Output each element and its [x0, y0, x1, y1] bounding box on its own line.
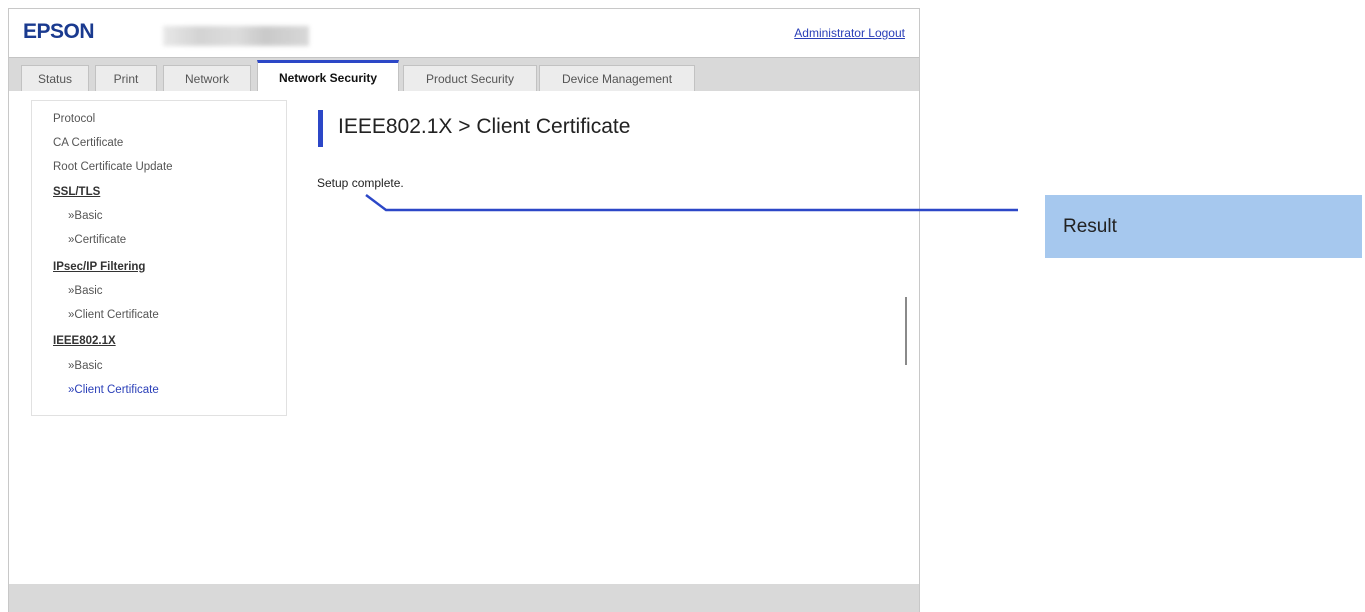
tab-status[interactable]: Status [21, 65, 89, 91]
blurred-model-name [163, 26, 309, 46]
tab-print[interactable]: Print [95, 65, 157, 91]
epson-logo: EPSON [23, 20, 95, 43]
browser-window: EPSON Administrator Logout Status Print … [8, 8, 920, 612]
header: EPSON Administrator Logout [9, 9, 919, 57]
sidebar-section-ssl-tls[interactable]: SSL/TLS [53, 186, 100, 198]
sidebar-item-ieee-client-certificate[interactable]: »Client Certificate [68, 384, 159, 396]
sidebar-item-ssl-certificate[interactable]: »Certificate [68, 234, 126, 246]
title-accent-bar [318, 110, 323, 147]
bottom-bar [9, 584, 919, 612]
sidebar-nav: Protocol CA Certificate Root Certificate… [31, 100, 287, 416]
sidebar-item-ssl-basic[interactable]: »Basic [68, 210, 103, 222]
sidebar-section-ieee8021x[interactable]: IEEE802.1X [53, 335, 116, 347]
sidebar-item-ieee-basic[interactable]: »Basic [68, 360, 103, 372]
tab-network-security[interactable]: Network Security [257, 60, 399, 91]
administrator-logout-link[interactable]: Administrator Logout [794, 26, 905, 40]
sidebar-item-ipsec-basic[interactable]: »Basic [68, 285, 103, 297]
status-message: Setup complete. [317, 176, 404, 190]
sidebar-item-protocol[interactable]: Protocol [53, 113, 95, 125]
sidebar-item-root-certificate-update[interactable]: Root Certificate Update [53, 161, 173, 173]
callout-label: Result [1063, 216, 1117, 237]
tab-bar: Status Print Network Network Security Pr… [9, 57, 919, 91]
tab-network[interactable]: Network [163, 65, 251, 91]
tab-device-management[interactable]: Device Management [539, 65, 695, 91]
tab-product-security[interactable]: Product Security [403, 65, 537, 91]
sidebar-item-ipsec-client-certificate[interactable]: »Client Certificate [68, 309, 159, 321]
callout-box: Result [1045, 195, 1362, 258]
page-title: IEEE802.1X > Client Certificate [338, 115, 631, 138]
scrollbar-thumb[interactable] [905, 297, 907, 365]
sidebar-section-ipsec[interactable]: IPsec/IP Filtering [53, 261, 145, 273]
sidebar-item-ca-certificate[interactable]: CA Certificate [53, 137, 123, 149]
